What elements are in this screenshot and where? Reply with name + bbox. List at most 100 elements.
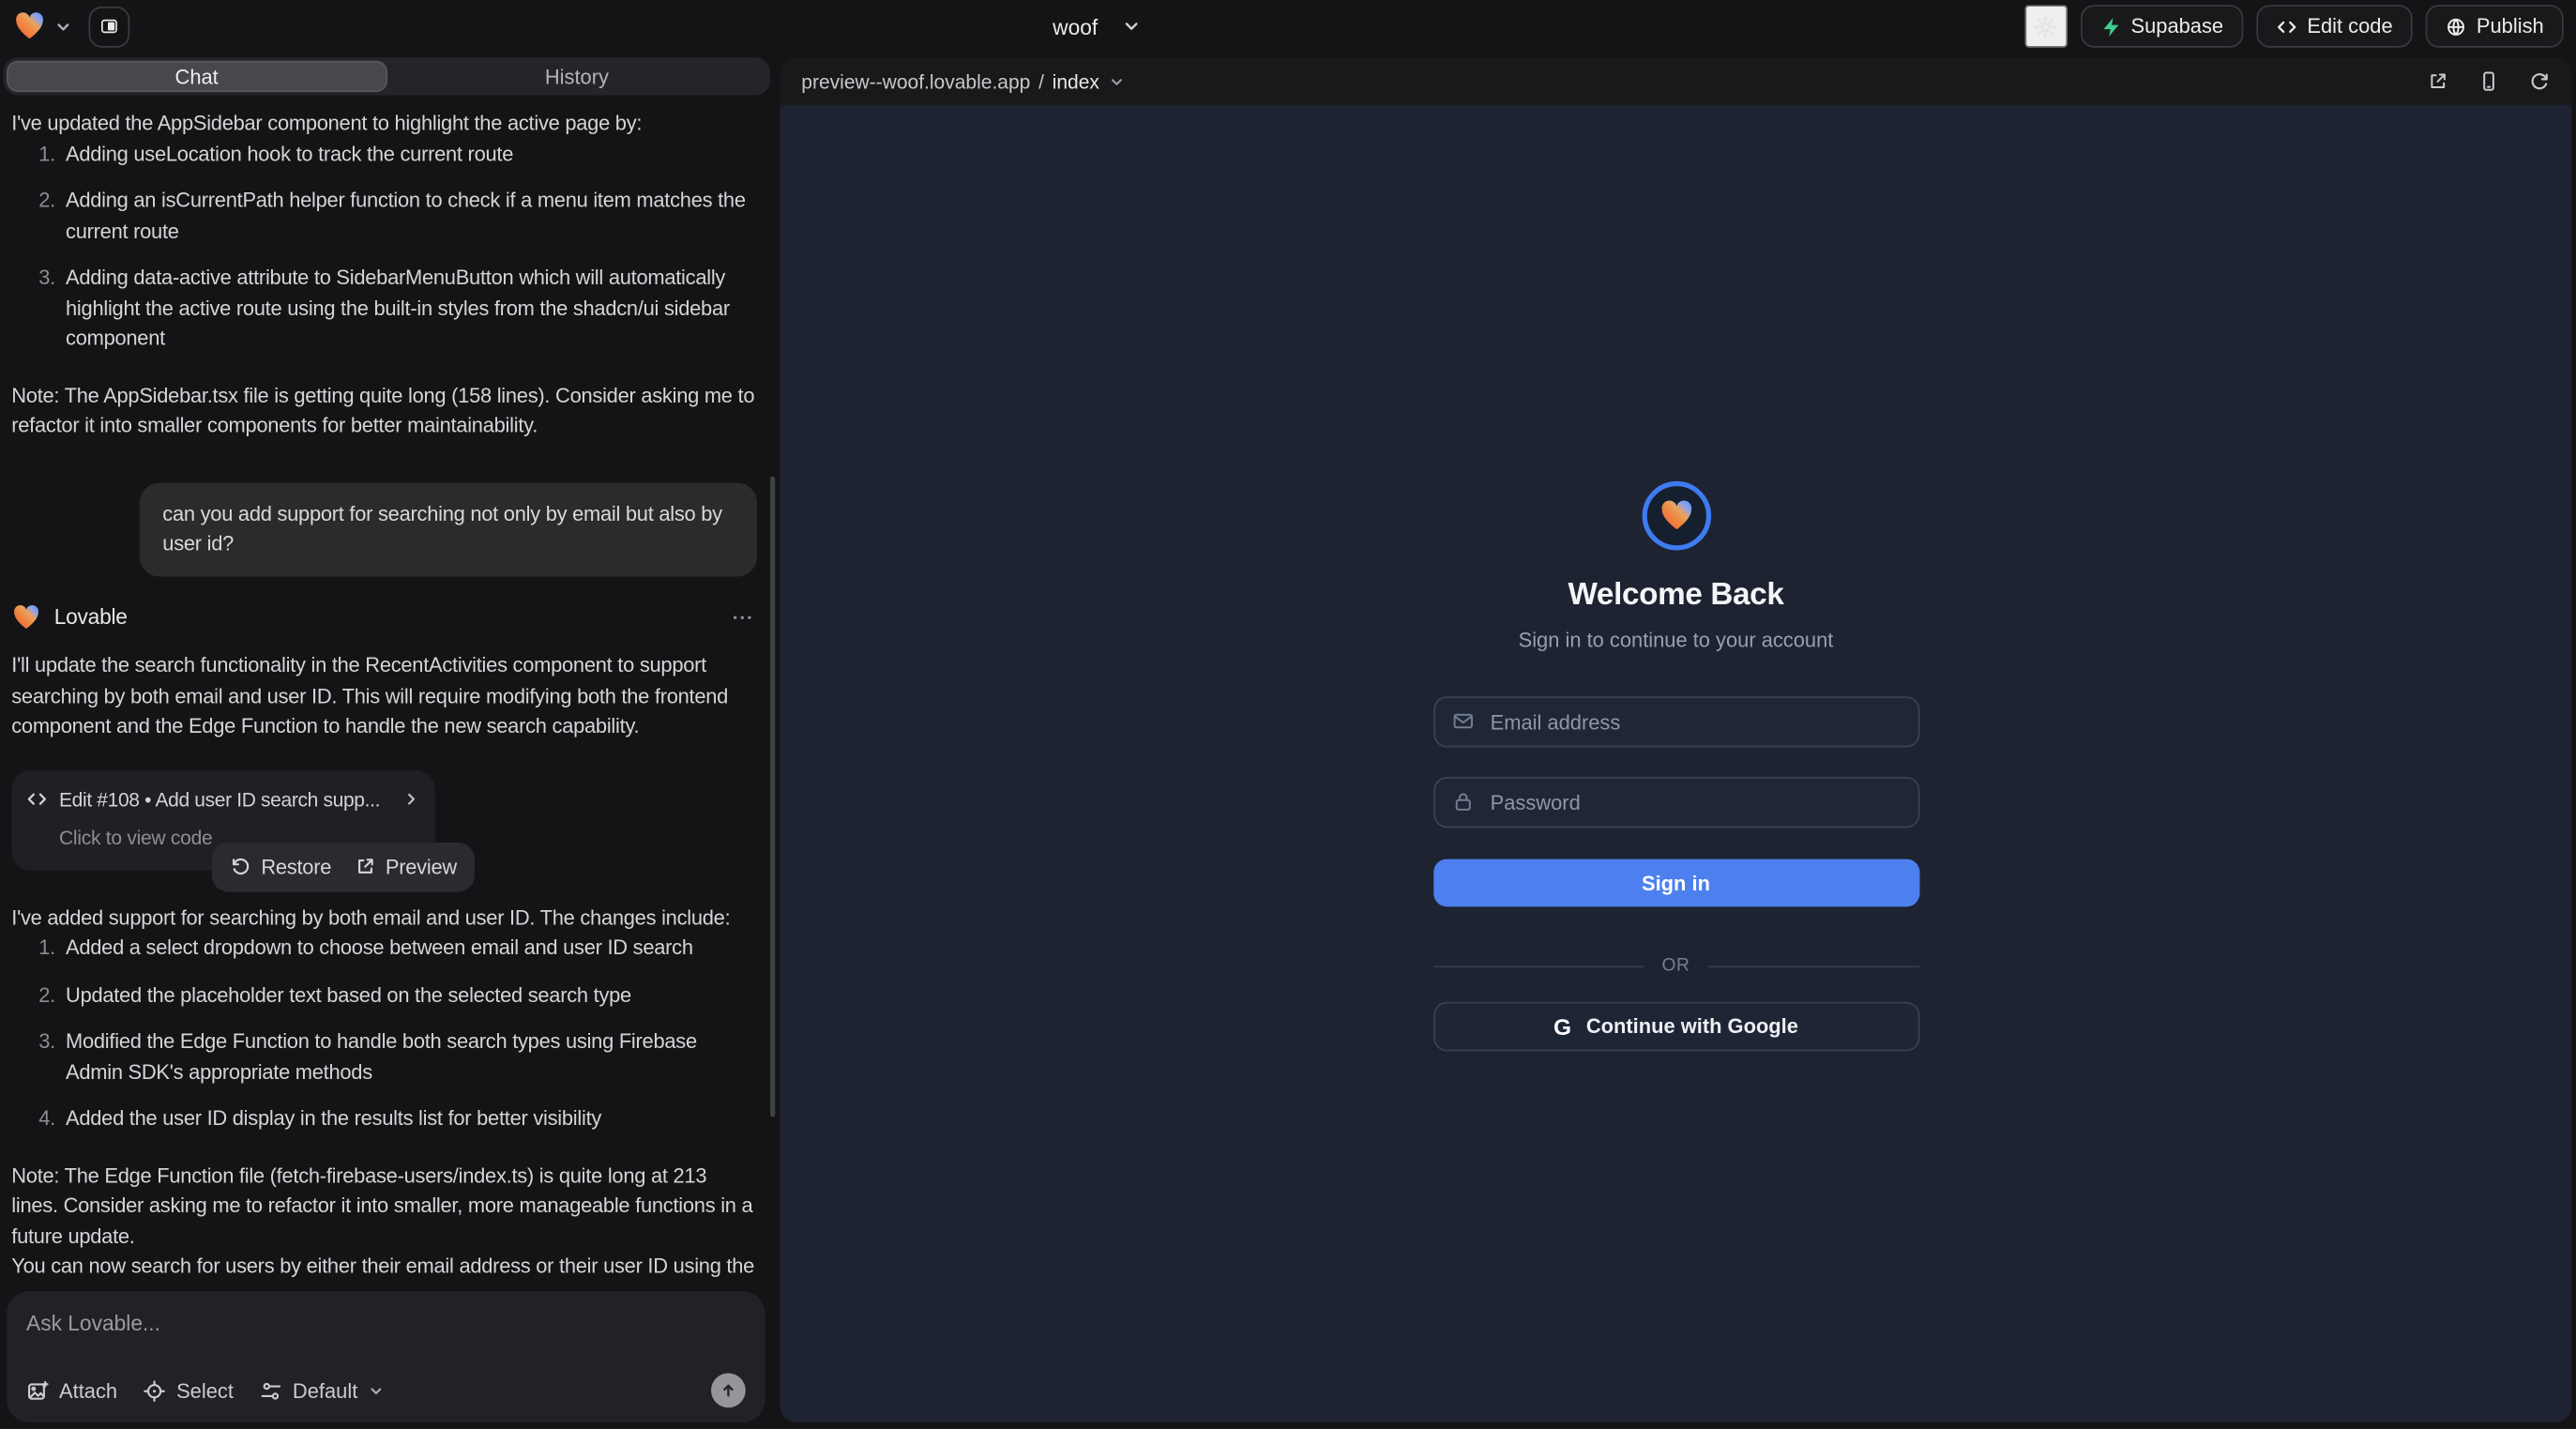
supabase-bolt-icon xyxy=(2099,16,2121,38)
code-icon xyxy=(26,789,48,811)
chat-composer: Attach Select Default xyxy=(7,1291,765,1422)
restore-preview-bar: Restore Preview xyxy=(212,842,475,891)
app-window: woof Supabase xyxy=(0,0,2576,1429)
topbar-left xyxy=(13,6,129,47)
email-field-wrap xyxy=(1432,696,1918,747)
restore-label: Restore xyxy=(261,852,331,882)
list-item: Modified the Edge Function to handle bot… xyxy=(61,1026,757,1087)
lovable-heart-avatar xyxy=(11,602,41,632)
assistant-text: You can now search for users by either t… xyxy=(11,1252,757,1278)
chevron-down-icon xyxy=(1122,17,1142,37)
chevron-down-icon xyxy=(368,1382,385,1399)
list-item: Updated the placeholder text based on th… xyxy=(61,980,757,1010)
main-split: Chat History I've updated the AppSidebar… xyxy=(0,53,2576,1429)
google-sign-in-button[interactable]: G Continue with Google xyxy=(1432,1002,1918,1052)
mobile-view-button[interactable] xyxy=(2478,70,2500,92)
divider-line xyxy=(1708,965,1919,966)
chat-panel: Chat History I've updated the AppSidebar… xyxy=(4,57,771,1422)
mode-label: Default xyxy=(293,1379,357,1403)
project-switcher[interactable]: woof xyxy=(1053,0,1142,53)
message-menu-button[interactable] xyxy=(728,602,758,632)
preview-url-control[interactable]: preview--woof.lovable.app / index xyxy=(801,69,1126,93)
chat-history-tabs: Chat History xyxy=(4,57,771,95)
app-logo-badge xyxy=(1642,481,1711,551)
preview-panel: preview--woof.lovable.app / index xyxy=(780,57,2572,1422)
url-separator: / xyxy=(1038,69,1044,93)
preview-button[interactable]: Preview xyxy=(355,852,457,882)
supabase-label: Supabase xyxy=(2131,15,2224,38)
chevron-down-icon xyxy=(1109,73,1126,90)
attach-image-icon xyxy=(26,1379,50,1403)
preview-label: Preview xyxy=(386,852,457,882)
google-label: Continue with Google xyxy=(1586,1015,1798,1039)
preview-url: preview--woof.lovable.app xyxy=(801,69,1030,93)
top-bar: woof Supabase xyxy=(0,0,2576,53)
composer-toolbar: Attach Select Default xyxy=(26,1374,746,1408)
tab-history[interactable]: History xyxy=(386,61,766,92)
preview-viewport: Welcome Back Sign in to continue to your… xyxy=(780,105,2572,1422)
email-field[interactable] xyxy=(1432,696,1918,747)
restore-icon xyxy=(230,857,251,878)
user-message-bubble: can you add support for searching not on… xyxy=(140,482,757,576)
mode-selector[interactable]: Default xyxy=(260,1379,384,1403)
divider-label: OR xyxy=(1662,956,1690,976)
preview-toolbar-icons xyxy=(2427,70,2550,92)
heart-icon xyxy=(1658,497,1694,534)
composer-input[interactable] xyxy=(26,1311,746,1335)
edit-code-label: Edit code xyxy=(2307,15,2392,38)
publish-label: Publish xyxy=(2477,15,2544,38)
chat-messages: I've updated the AppSidebar component to… xyxy=(4,96,771,1278)
preview-url-bar: preview--woof.lovable.app / index xyxy=(780,57,2572,105)
refresh-button[interactable] xyxy=(2529,70,2551,92)
assistant-ordered-list: Added a select dropdown to choose betwee… xyxy=(11,933,757,1133)
attach-label: Attach xyxy=(59,1379,117,1403)
password-field-wrap xyxy=(1432,777,1918,828)
assistant-note: Note: The AppSidebar.tsx file is getting… xyxy=(11,380,757,441)
edit-card-title: Edit #108 • Add user ID search supp... xyxy=(59,784,391,814)
restore-button[interactable]: Restore xyxy=(230,852,331,882)
edit-code-button[interactable]: Edit code xyxy=(2256,5,2413,48)
toggle-sidebar-button[interactable] xyxy=(89,6,130,47)
assistant-name: Lovable xyxy=(54,602,128,632)
select-label: Select xyxy=(176,1379,234,1403)
user-message-row: can you add support for searching not on… xyxy=(11,482,757,576)
external-link-icon xyxy=(355,857,376,878)
lovable-heart-logo[interactable] xyxy=(13,10,46,43)
divider-line xyxy=(1432,965,1644,966)
edit-card-header: Edit #108 • Add user ID search supp... xyxy=(26,784,420,814)
list-item: Adding useLocation hook to track the cur… xyxy=(61,139,757,169)
project-menu-chevron-icon[interactable] xyxy=(54,17,72,35)
project-name: woof xyxy=(1053,14,1098,38)
google-g-icon: G xyxy=(1553,1013,1571,1040)
login-title: Welcome Back xyxy=(1568,578,1783,615)
list-item: Adding an isCurrentPath helper function … xyxy=(61,186,757,247)
chat-scrollbar-thumb[interactable] xyxy=(770,477,775,1117)
settings-button[interactable] xyxy=(2024,5,2068,48)
chevron-right-icon xyxy=(402,790,420,808)
gear-icon xyxy=(2033,14,2057,38)
login-subtitle: Sign in to continue to your account xyxy=(1519,629,1834,652)
globe-icon xyxy=(2446,16,2467,38)
supabase-button[interactable]: Supabase xyxy=(2080,5,2243,48)
password-field[interactable] xyxy=(1432,777,1918,828)
arrow-up-icon xyxy=(720,1381,737,1399)
attach-button[interactable]: Attach xyxy=(26,1379,117,1403)
preview-page: index xyxy=(1053,69,1099,93)
assistant-ordered-list: Adding useLocation hook to track the cur… xyxy=(11,139,757,354)
tab-chat[interactable]: Chat xyxy=(7,61,386,92)
select-button[interactable]: Select xyxy=(144,1379,234,1403)
assistant-text: I've updated the AppSidebar component to… xyxy=(11,109,757,139)
code-brackets-icon xyxy=(2276,16,2297,38)
or-divider: OR xyxy=(1432,956,1918,976)
list-item: Adding data-active attribute to SidebarM… xyxy=(61,263,757,354)
sign-in-button[interactable]: Sign in xyxy=(1432,859,1918,907)
login-card: Welcome Back Sign in to continue to your… xyxy=(1432,481,1918,1051)
assistant-text: I'll update the search functionality in … xyxy=(11,650,757,741)
select-target-icon xyxy=(144,1379,167,1403)
list-item: Added a select dropdown to choose betwee… xyxy=(61,933,757,963)
open-in-new-tab-button[interactable] xyxy=(2427,70,2448,92)
send-button[interactable] xyxy=(711,1374,746,1408)
publish-button[interactable]: Publish xyxy=(2426,5,2564,48)
sliders-icon xyxy=(260,1379,283,1403)
assistant-header: Lovable xyxy=(11,602,757,632)
